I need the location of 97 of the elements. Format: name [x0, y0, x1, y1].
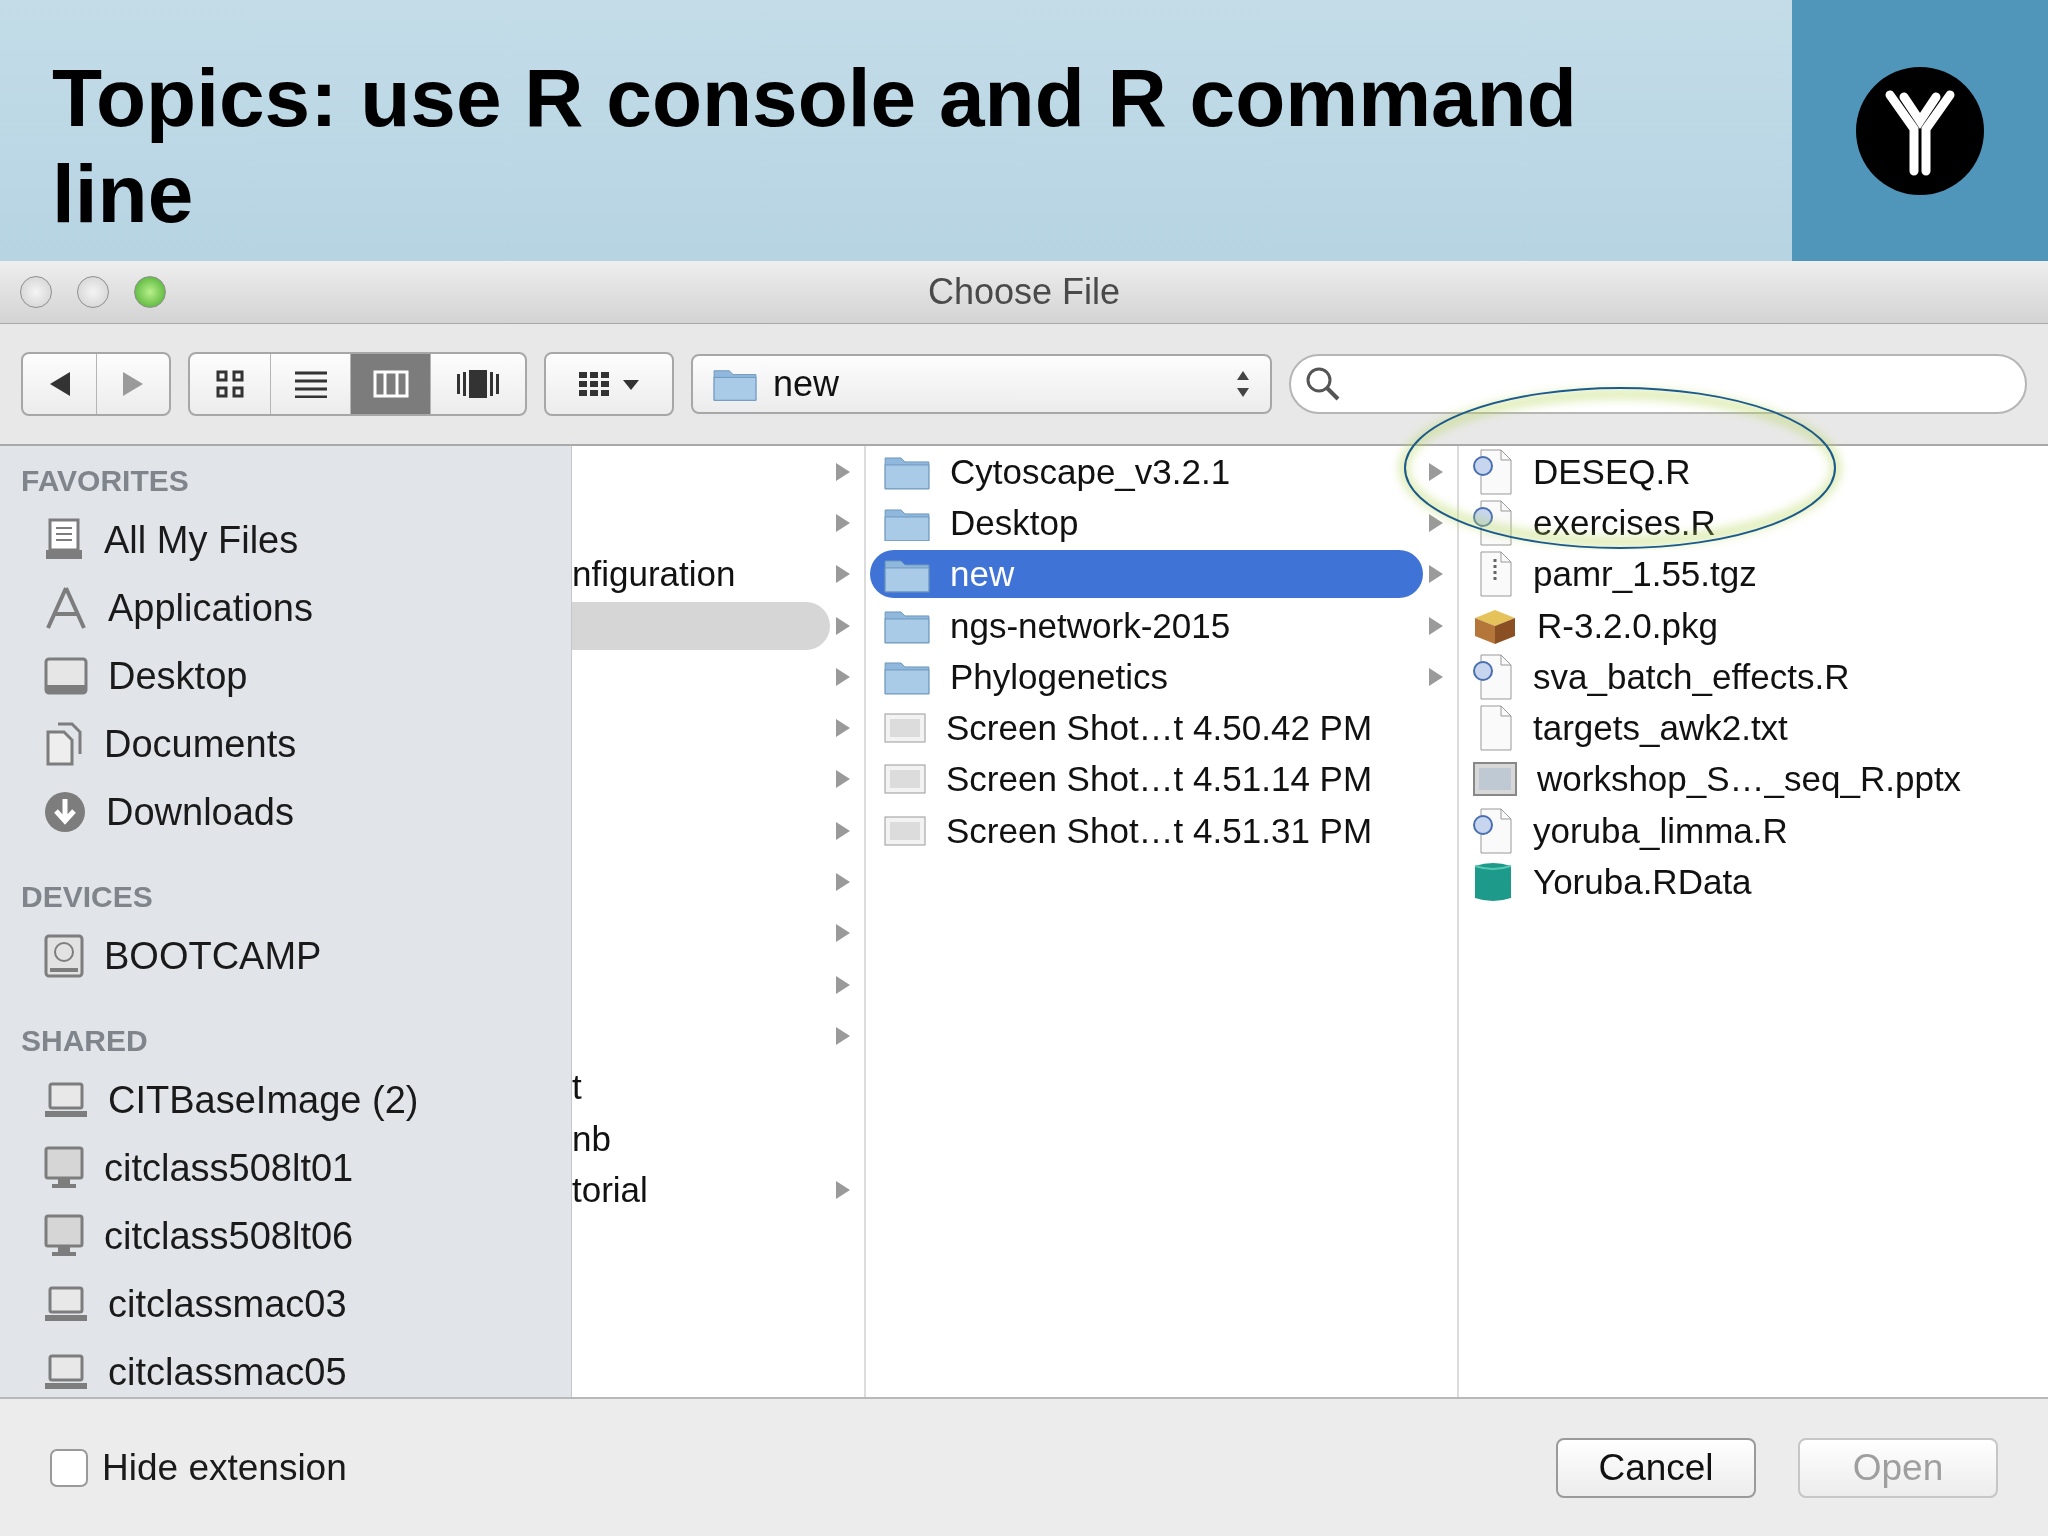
hard-drive-icon [44, 934, 84, 978]
laptop-icon [44, 1082, 88, 1118]
back-forward-control[interactable] [21, 352, 171, 416]
download-icon [44, 791, 86, 833]
zoom-button[interactable] [134, 276, 166, 308]
file-row[interactable]: targets_awk2.txt [1459, 704, 2014, 753]
close-button[interactable] [20, 276, 52, 308]
cover-flow-view-icon [457, 370, 499, 398]
file-name: pamr_1.55.tgz [1533, 554, 1758, 595]
dialog-button[interactable]: Cancel [1556, 1437, 1756, 1498]
sidebar-item[interactable]: BOOTCAMP [0, 922, 571, 990]
file-row[interactable]: sva_batch_effects.R [1459, 652, 2014, 701]
file-row[interactable]: Screen Shot…t 4.50.42 PM [870, 704, 1423, 753]
sidebar-item[interactable]: citclassmac05 [0, 1338, 571, 1397]
file-name: yoruba_limma.R [1533, 810, 1789, 851]
minimize-button[interactable] [77, 276, 109, 308]
file-name: Cytoscape_v3.2.1 [950, 451, 1232, 492]
forward-icon [123, 372, 143, 396]
column-row[interactable]: nfiguration [572, 550, 830, 599]
sidebar-item[interactable]: Downloads [0, 778, 571, 846]
file-stack-icon [44, 518, 84, 562]
sidebar-item[interactable]: citclass508lt01 [0, 1134, 571, 1202]
file-row[interactable]: DESEQ.R [1459, 447, 2014, 496]
image-file-icon [884, 711, 926, 746]
column-row[interactable]: t [572, 1063, 830, 1112]
grid-view-icon [216, 370, 244, 398]
back-icon [49, 372, 70, 396]
file-row[interactable]: Desktop [870, 498, 1423, 547]
arrange-button[interactable] [544, 352, 674, 416]
file-row[interactable]: exercises.R [1459, 498, 2014, 547]
sidebar-heading: SHARED [20, 1023, 149, 1059]
column-view-icon [372, 370, 409, 398]
r-script-icon [1473, 653, 1513, 700]
file-row[interactable]: Screen Shot…t 4.51.31 PM [870, 806, 1423, 855]
applications-icon [44, 586, 88, 630]
file-name: workshop_S…_seq_R.pptx [1537, 759, 1963, 800]
file-name: sva_batch_effects.R [1533, 656, 1851, 697]
sidebar-item[interactable]: Desktop [0, 642, 571, 710]
file-name: Screen Shot…t 4.51.14 PM [946, 759, 1374, 800]
file-name: Screen Shot…t 4.51.31 PM [946, 810, 1374, 851]
file-name: DESEQ.R [1533, 451, 1692, 492]
logo-icon [1856, 66, 1984, 195]
path-popup[interactable]: new [691, 354, 1272, 414]
file-name: Desktop [950, 502, 1080, 543]
sidebar-item[interactable]: citclass508lt06 [0, 1202, 571, 1270]
data-file-icon [1473, 860, 1513, 904]
file-name: ngs-network-2015 [950, 605, 1232, 646]
file-row[interactable]: ngs-network-2015 [870, 601, 1423, 650]
search-icon [1305, 366, 1341, 402]
column-row[interactable]: torial [572, 1165, 830, 1214]
file-row[interactable]: Cytoscape_v3.2.1 [870, 447, 1423, 496]
file-name: targets_awk2.txt [1533, 708, 1789, 749]
sidebar-heading: DEVICES [20, 879, 154, 915]
file-row[interactable]: R-3.2.0.pkg [1459, 601, 2014, 650]
image-file-icon [884, 762, 926, 797]
file-name: Screen Shot…t 4.50.42 PM [946, 708, 1374, 749]
sidebar-heading: FAVORITES [20, 463, 190, 499]
slide-title: Topics: use R console and R command line [52, 51, 1578, 241]
laptop-icon [44, 1354, 88, 1390]
window-title: Choose File [927, 271, 1121, 312]
file-name: t [572, 1067, 583, 1108]
file-row[interactable]: pamr_1.55.tgz [1459, 550, 2014, 599]
sidebar-item[interactable]: Applications [0, 574, 571, 642]
search-field[interactable] [1289, 354, 2027, 414]
file-name: new [950, 554, 1016, 595]
stepper-icon [1236, 369, 1250, 399]
checkbox-label: Hide extension [102, 1446, 347, 1489]
file-row[interactable]: Phylogenetics [870, 652, 1423, 701]
r-script-icon [1473, 807, 1513, 854]
file-row[interactable]: Yoruba.RData [1459, 858, 2014, 906]
file-name: Yoruba.RData [1533, 862, 1753, 902]
r-script-icon [1473, 499, 1513, 546]
file-row[interactable]: workshop_S…_seq_R.pptx [1459, 755, 2014, 804]
documents-icon [44, 722, 84, 766]
sidebar-item[interactable]: citclassmac03 [0, 1270, 571, 1338]
list-view-icon [294, 370, 327, 398]
file-row[interactable]: yoruba_limma.R [1459, 806, 2014, 855]
image-file-icon [884, 813, 926, 848]
file-row[interactable]: new [870, 550, 1423, 599]
column-row[interactable]: nb [572, 1114, 830, 1163]
file-row[interactable]: Screen Shot…t 4.51.14 PM [870, 755, 1423, 804]
file-name: nfiguration [572, 554, 737, 595]
arrange-icon [579, 370, 639, 398]
file-name: R-3.2.0.pkg [1537, 605, 1719, 646]
sidebar-item[interactable]: Documents [0, 710, 571, 778]
sidebar-item[interactable]: CITBaseImage (2) [0, 1066, 571, 1134]
desktop-icon [44, 657, 88, 695]
file-name: nb [572, 1118, 612, 1159]
monitor-icon [44, 1146, 84, 1190]
sidebar-item[interactable]: All My Files [0, 506, 571, 574]
checkbox[interactable] [50, 1448, 88, 1487]
laptop-icon [44, 1286, 88, 1322]
file-name: torial [572, 1169, 649, 1210]
file-name: Phylogenetics [950, 656, 1169, 697]
file-name: exercises.R [1533, 502, 1717, 543]
monitor-icon [44, 1214, 84, 1258]
presentation-icon [1473, 760, 1517, 799]
